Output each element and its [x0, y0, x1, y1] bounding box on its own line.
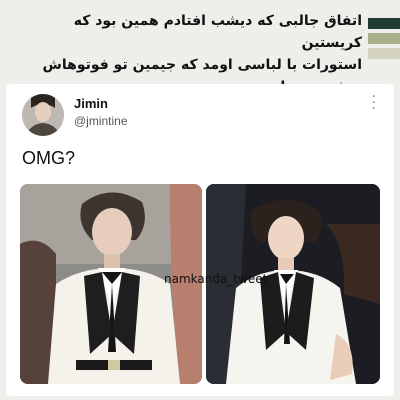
watermark: namkanda_tweet: [164, 272, 268, 286]
display-name[interactable]: Jimin: [74, 96, 108, 111]
stripe-light: [368, 48, 400, 59]
tweet-text: OMG?: [22, 148, 76, 168]
avatar[interactable]: [22, 94, 64, 136]
user-handle[interactable]: @jmintine: [74, 114, 128, 128]
tweet-card: Jimin @jmintine · · · OMG? namkanda_twee…: [6, 84, 394, 396]
stripe-olive: [368, 33, 400, 44]
more-vertical-icon[interactable]: · · ·: [372, 90, 376, 116]
headline-line-1: اتفاق جالبی که دیشب افتادم همین بود که ک…: [73, 13, 362, 51]
stripe-dark: [368, 18, 400, 29]
decorative-stripes: [368, 18, 400, 63]
